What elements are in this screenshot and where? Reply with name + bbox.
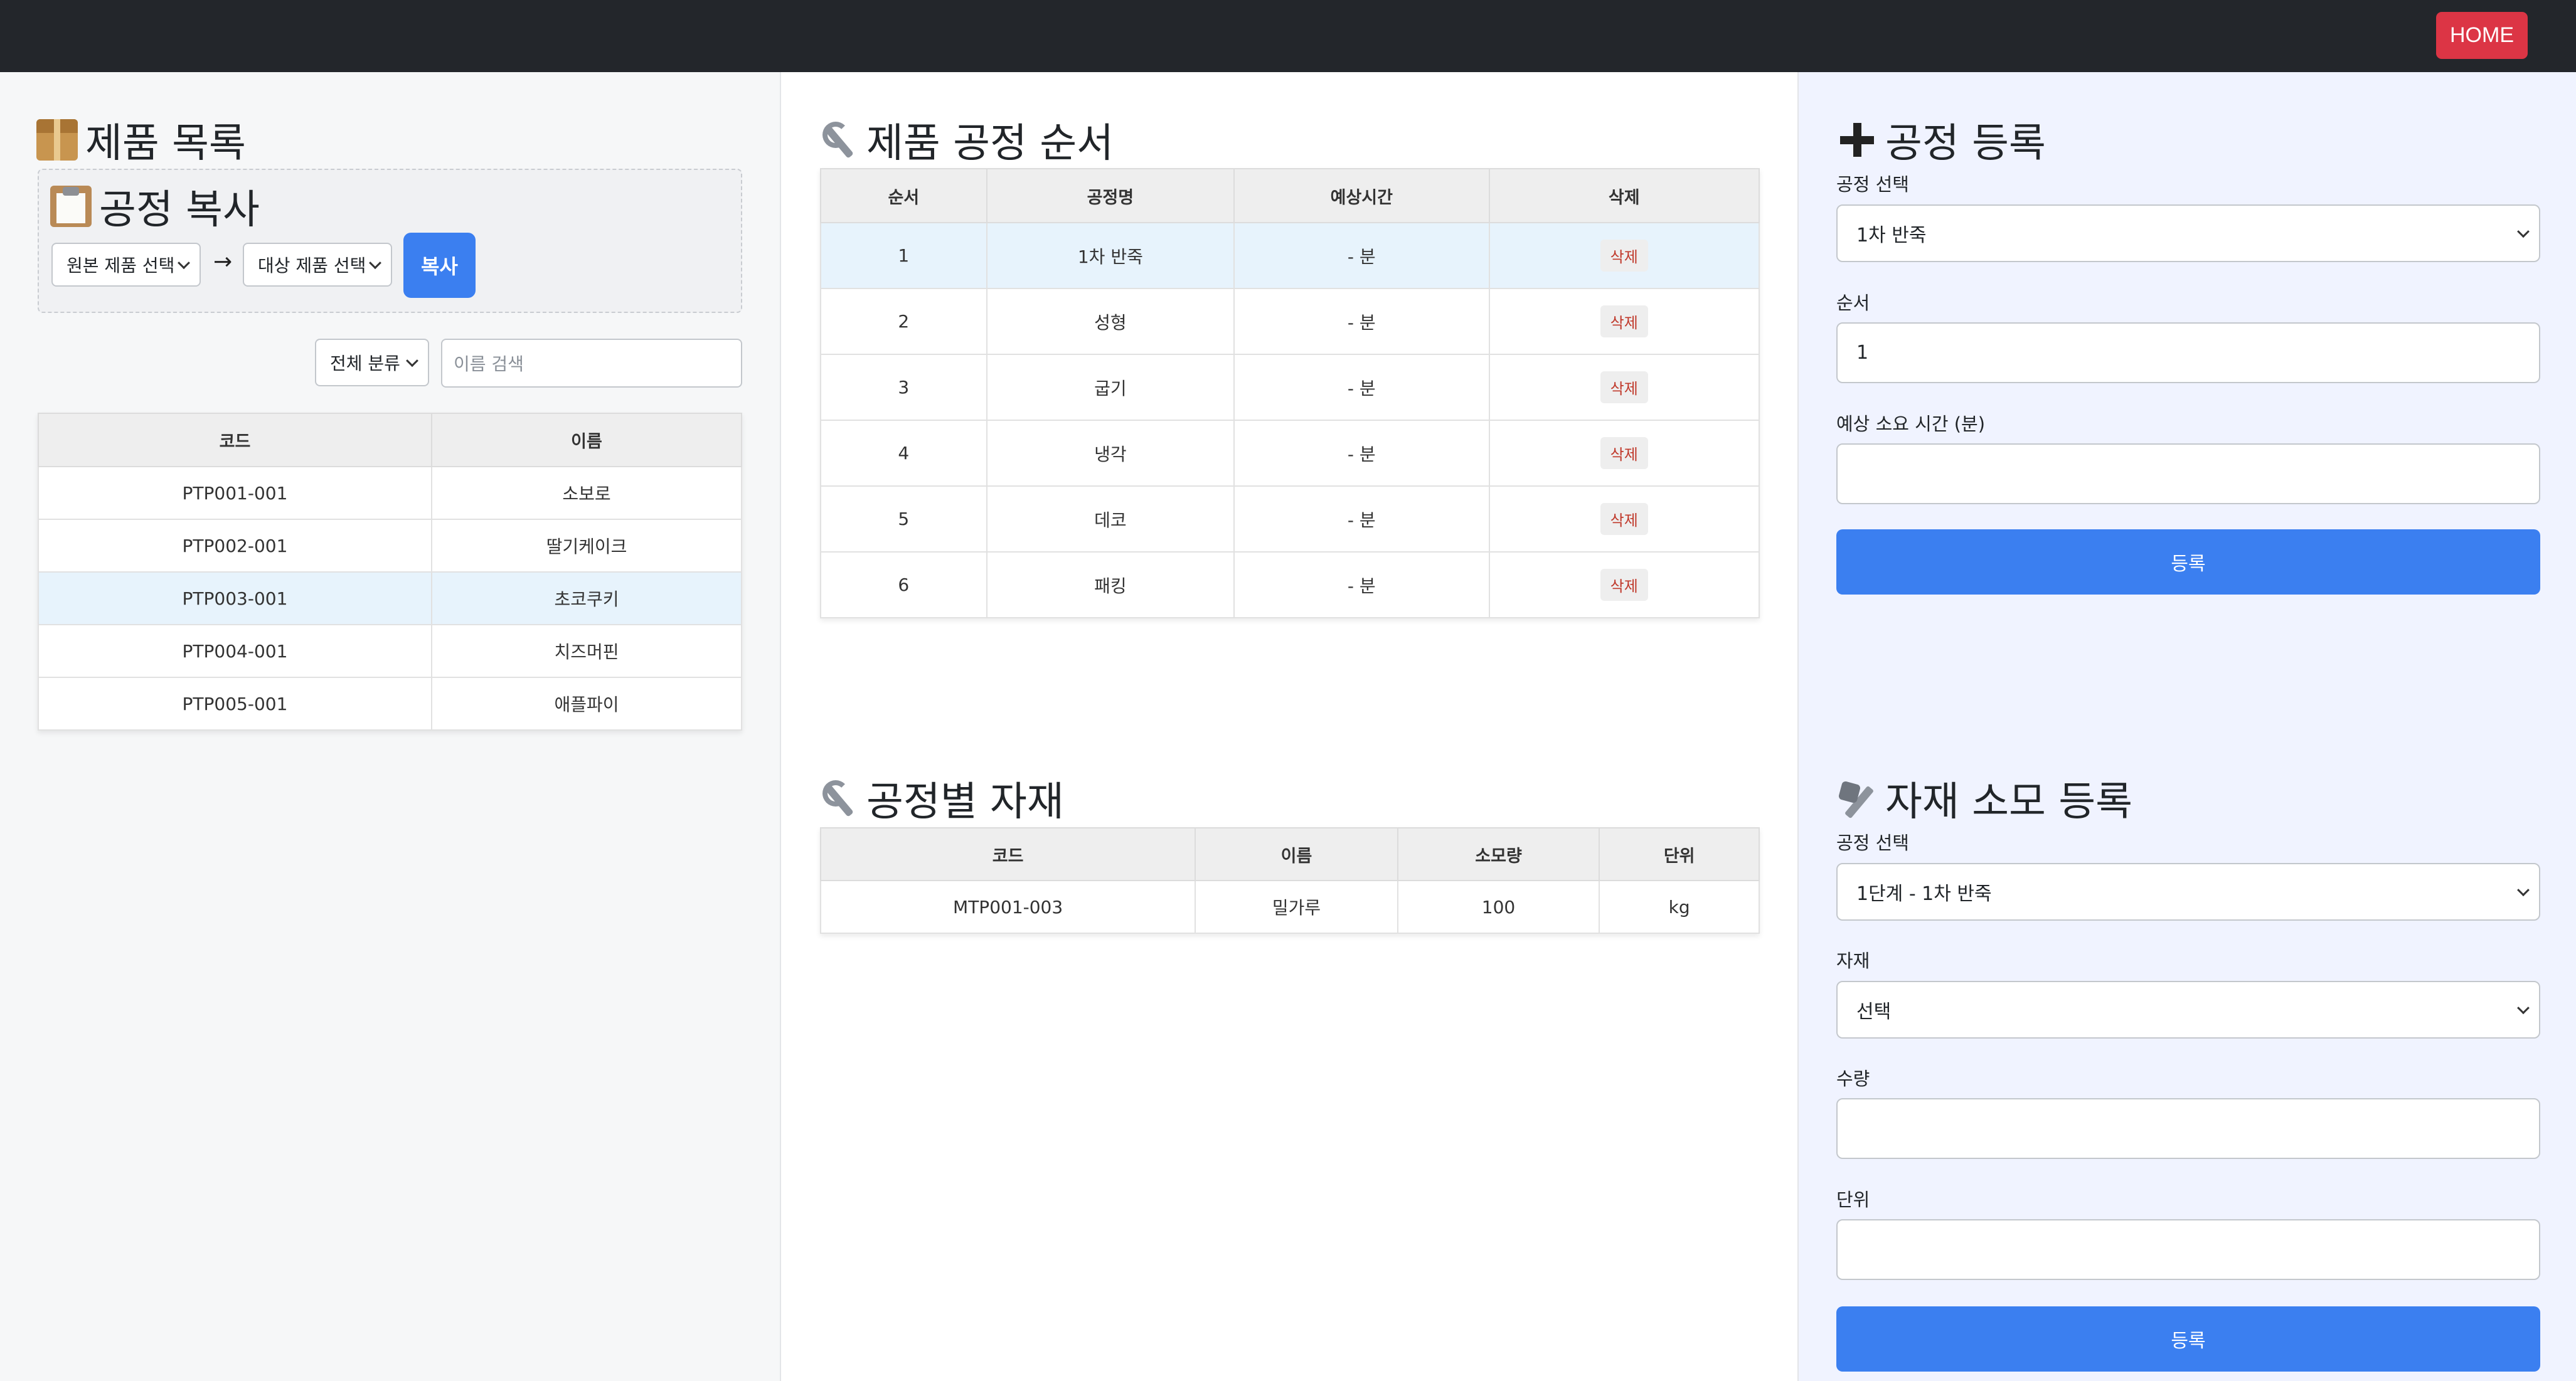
process-copy-box: 공정 복사 원본 제품 선택 → 대상 제품 선택 복사 — [38, 169, 742, 313]
target-product-select[interactable]: 대상 제품 선택 — [243, 243, 392, 287]
process-register-title: 공정 등록 — [1836, 111, 2046, 169]
chevron-down-icon — [369, 257, 381, 270]
process-order-table: 순서 공정명 예상시간 삭제 1 1차 반죽 - 분 삭제 2 성형 - 분 삭제 3굽… — [820, 168, 1760, 618]
register-process-button[interactable]: 등록 — [1836, 529, 2540, 595]
register-material-button[interactable]: 등록 — [1836, 1306, 2540, 1372]
table-row[interactable]: 3 굽기 - 분 삭제 — [820, 354, 1760, 421]
process-panel: 제품 공정 순서 순서 공정명 예상시간 삭제 1 1차 반죽 - 분 삭제 2 성형… — [781, 72, 1799, 1381]
delete-button[interactable]: 삭제 — [1600, 437, 1648, 469]
table-row[interactable]: PTP001-001 소보로 — [38, 466, 743, 520]
process-copy-title: 공정 복사 — [50, 177, 260, 235]
product-table: 코드 이름 PTP001-001 소보로 PTP002-001 딸기케이크 PTP0… — [38, 413, 743, 731]
chevron-down-icon — [178, 257, 190, 270]
table-row-selected[interactable]: 1 1차 반죽 - 분 삭제 — [820, 222, 1760, 289]
material-process-select[interactable]: 1단계 - 1차 반죽 — [1836, 863, 2540, 921]
chevron-down-icon — [2517, 1002, 2530, 1015]
plus-icon — [1836, 119, 1878, 161]
column-header-name: 이름 — [1195, 827, 1398, 881]
quantity-label: 수량 — [1836, 1068, 1870, 1089]
column-header-delete: 삭제 — [1488, 168, 1760, 223]
clipboard-icon — [50, 186, 92, 227]
column-header-code: 코드 — [819, 827, 1196, 881]
unit-label: 단위 — [1836, 1189, 1870, 1210]
package-icon — [36, 119, 78, 161]
home-button[interactable]: HOME — [2436, 12, 2528, 59]
product-list-title: 제품 목록 — [36, 111, 246, 169]
table-row[interactable]: 5 데코 - 분 삭제 — [820, 485, 1760, 553]
delete-button[interactable]: 삭제 — [1600, 371, 1648, 403]
wrench-icon — [817, 119, 859, 161]
delete-button[interactable]: 삭제 — [1600, 240, 1648, 272]
column-header-process-name: 공정명 — [986, 168, 1235, 223]
quantity-input[interactable] — [1836, 1098, 2540, 1159]
delete-button[interactable]: 삭제 — [1600, 305, 1648, 337]
chevron-down-icon — [406, 354, 418, 368]
nut-and-bolt-icon — [1836, 778, 1878, 819]
table-row-selected[interactable]: PTP003-001 초코쿠키 — [38, 571, 743, 625]
table-row[interactable]: 6 패킹 - 분 삭제 — [820, 551, 1760, 618]
table-row[interactable]: PTP005-001 애플파이 — [38, 677, 743, 731]
order-label: 순서 — [1836, 292, 1870, 314]
table-row[interactable]: 2 성형 - 분 삭제 — [820, 288, 1760, 355]
column-header-order: 순서 — [820, 168, 987, 223]
process-select-label: 공정 선택 — [1836, 174, 1909, 195]
chevron-down-icon — [2517, 884, 2530, 897]
delete-button[interactable]: 삭제 — [1600, 569, 1648, 601]
column-header-name: 이름 — [430, 413, 743, 467]
registration-panel: 공정 등록 공정 선택 1차 반죽 순서 1 예상 소요 시간 (분) 등록 자… — [1799, 72, 2576, 1381]
unit-input[interactable] — [1836, 1219, 2540, 1280]
material-label: 자재 — [1836, 950, 1870, 971]
arrow-right-icon: → — [213, 249, 233, 275]
table-row[interactable]: 4 냉각 - 분 삭제 — [820, 420, 1760, 487]
process-select[interactable]: 1차 반죽 — [1836, 204, 2540, 262]
process-material-title: 공정별 자재 — [817, 770, 1064, 827]
expected-time-input[interactable] — [1836, 443, 2540, 504]
material-process-select-label: 공정 선택 — [1836, 832, 1909, 854]
material-usage-title: 자재 소모 등록 — [1836, 770, 2132, 827]
top-navbar: HOME — [0, 0, 2576, 72]
category-filter-select[interactable]: 전체 분류 — [315, 339, 429, 386]
wrench-icon — [817, 778, 859, 819]
product-list-panel: 제품 목록 공정 복사 원본 제품 선택 → 대상 제품 선택 복사 전체 분류… — [0, 72, 781, 1381]
table-row[interactable]: MTP001-003 밀가루 100 kg — [819, 880, 1760, 934]
column-header-expected-time: 예상시간 — [1233, 168, 1490, 223]
order-input[interactable]: 1 — [1836, 322, 2540, 383]
expected-time-label: 예상 소요 시간 (분) — [1836, 413, 1986, 435]
copy-button[interactable]: 복사 — [403, 233, 476, 298]
table-row[interactable]: PTP002-001 딸기케이크 — [38, 519, 743, 573]
chevron-down-icon — [2517, 225, 2530, 238]
source-product-select[interactable]: 원본 제품 선택 — [51, 243, 201, 287]
material-select[interactable]: 선택 — [1836, 981, 2540, 1039]
name-search-input[interactable]: 이름 검색 — [441, 339, 742, 388]
table-row[interactable]: PTP004-001 치즈머핀 — [38, 624, 743, 678]
column-header-unit: 단위 — [1599, 827, 1760, 881]
column-header-code: 코드 — [38, 413, 432, 467]
delete-button[interactable]: 삭제 — [1600, 503, 1648, 535]
process-material-table: 코드 이름 소모량 단위 MTP001-003 밀가루 100 kg — [819, 827, 1760, 934]
column-header-consumption: 소모량 — [1397, 827, 1600, 881]
process-order-title: 제품 공정 순서 — [817, 111, 1114, 169]
